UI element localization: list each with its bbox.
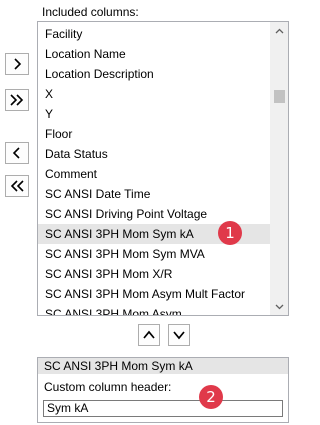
- list-scrollbar[interactable]: [270, 22, 288, 315]
- list-item[interactable]: Floor: [38, 124, 270, 144]
- custom-header-label: Custom column header:: [44, 380, 172, 394]
- move-down-button[interactable]: [168, 324, 190, 346]
- remove-all-columns-button[interactable]: [5, 175, 29, 197]
- list-item[interactable]: Data Status: [38, 144, 270, 164]
- scroll-down-arrow[interactable]: [271, 298, 288, 315]
- caret-down-icon: [275, 304, 284, 309]
- list-item[interactable]: Location Description: [38, 64, 270, 84]
- double-chevron-right-icon: [10, 94, 24, 106]
- list-item[interactable]: SC ANSI Date Time: [38, 184, 270, 204]
- list-item[interactable]: Facility: [38, 24, 270, 44]
- list-item[interactable]: SC ANSI 3PH Mom Asym: [38, 304, 270, 315]
- double-chevron-left-icon: [10, 180, 24, 192]
- list-item[interactable]: Y: [38, 104, 270, 124]
- callout-badge-2: 2: [199, 385, 223, 409]
- caret-up-icon: [275, 28, 284, 33]
- move-up-button[interactable]: [138, 324, 160, 346]
- list-item[interactable]: Comment: [38, 164, 270, 184]
- chevron-right-icon: [14, 58, 22, 70]
- scroll-up-arrow[interactable]: [271, 22, 288, 39]
- list-item[interactable]: SC ANSI 3PH Mom Sym MVA: [38, 244, 270, 264]
- included-columns-list[interactable]: Facility Location Name Location Descript…: [37, 21, 289, 316]
- chevron-down-icon: [173, 331, 185, 340]
- column-detail-panel: SC ANSI 3PH Mom Sym kA Custom column hea…: [37, 357, 289, 423]
- list-item[interactable]: X: [38, 84, 270, 104]
- list-item[interactable]: SC ANSI 3PH Mom X/R: [38, 264, 270, 284]
- remove-column-button[interactable]: [5, 142, 29, 164]
- callout-badge-1: 1: [218, 221, 242, 245]
- add-column-button[interactable]: [5, 53, 29, 75]
- chevron-left-icon: [12, 147, 20, 159]
- custom-header-input[interactable]: Sym kA: [43, 400, 283, 417]
- scroll-thumb[interactable]: [274, 90, 285, 103]
- detail-title: SC ANSI 3PH Mom Sym kA: [38, 358, 288, 374]
- chevron-up-icon: [143, 330, 155, 339]
- list-item[interactable]: Location Name: [38, 44, 270, 64]
- list-item[interactable]: SC ANSI Driving Point Voltage: [38, 204, 270, 224]
- add-all-columns-button[interactable]: [5, 89, 29, 111]
- included-columns-label: Included columns:: [42, 5, 139, 19]
- list-item[interactable]: SC ANSI 3PH Mom Asym Mult Factor: [38, 284, 270, 304]
